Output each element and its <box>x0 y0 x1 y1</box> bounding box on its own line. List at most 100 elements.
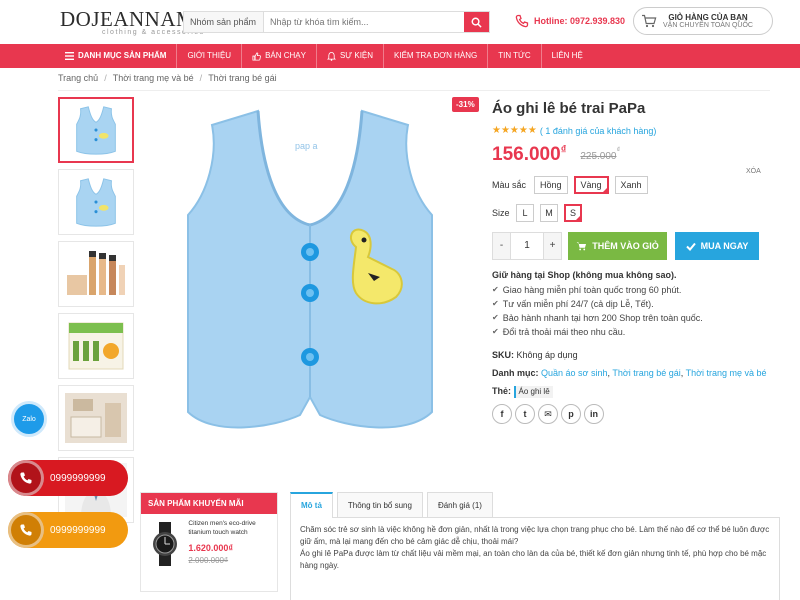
tag-link[interactable]: Áo ghi lê <box>513 386 553 398</box>
pinterest-share-icon[interactable]: p <box>561 404 581 424</box>
original-price: 225.000 <box>580 151 617 162</box>
search-category-select[interactable]: Nhóm sản phẩm <box>184 12 264 32</box>
hotline[interactable]: Hotline: 0972.939.830 <box>515 14 625 28</box>
size-option-l[interactable]: L <box>516 204 534 222</box>
size-label: Size <box>492 208 510 218</box>
zalo-chat-button[interactable]: Zalo <box>11 401 47 437</box>
color-option-blue[interactable]: Xanh <box>614 176 648 194</box>
category-label: Danh mục: <box>492 368 539 378</box>
vest-thumbnail-image <box>76 106 116 155</box>
tab-reviews[interactable]: Đánh giá (1) <box>426 492 493 517</box>
phone-icon <box>8 512 44 548</box>
category-link[interactable]: Thời trang bé gái <box>612 368 680 378</box>
category-link[interactable]: Quần áo sơ sinh <box>541 368 607 378</box>
search-input[interactable] <box>264 12 464 32</box>
hotline-text: Hotline: 0972.939.830 <box>534 16 626 26</box>
menu-icon <box>65 52 74 60</box>
call-button-primary[interactable]: 0999999999 <box>8 460 128 496</box>
share-buttons: f t ✉ p in <box>492 404 772 424</box>
phone-number: 0999999999 <box>50 524 106 536</box>
cart-button[interactable]: GIỎ HÀNG CỦA BẠN VẬN CHUYỂN TOÀN QUỐC <box>633 7 773 35</box>
twitter-share-icon[interactable]: t <box>515 404 535 424</box>
tab-description[interactable]: Mô tả <box>290 492 333 518</box>
tab-additional-info[interactable]: Thông tin bổ sung <box>336 492 423 517</box>
color-option-pink[interactable]: Hồng <box>534 176 568 194</box>
quantity-decrease-button[interactable]: - <box>493 233 510 259</box>
quantity-stepper: - 1 + <box>492 232 562 260</box>
guarantee-title: Giữ hàng tại Shop (không mua không sao). <box>492 270 677 280</box>
nav-label: TIN TỨC <box>498 51 531 60</box>
purchase-row: - 1 + THÊM VÀO GIỎ MUA NGAY <box>492 232 772 260</box>
cart-subtitle: VẬN CHUYỂN TOÀN QUỐC <box>663 22 753 29</box>
clear-selection-link[interactable]: XÓA <box>746 168 761 175</box>
tag-label: Thẻ: <box>492 386 511 396</box>
breadcrumb-home[interactable]: Trang chủ <box>58 73 98 83</box>
call-button-secondary[interactable]: 0999999999 <box>8 512 128 548</box>
promo-title: SẢN PHẨM KHUYẾN MÃI <box>141 493 277 514</box>
sale-price-value: 156.000 <box>492 144 561 165</box>
promo-item-old-price: 2.000.000₫ <box>188 556 229 565</box>
category-link[interactable]: Thời trang mẹ và bé <box>686 368 767 378</box>
description-paragraph: Áo ghi lê PaPa được làm từ chất liệu vải… <box>300 549 767 570</box>
linkedin-share-icon[interactable]: in <box>584 404 604 424</box>
guarantee-text: Giao hàng miễn phí toàn quốc trong 60 ph… <box>502 285 682 295</box>
product-rating: ★★★★★ ( 1 đánh giá của khách hàng) <box>492 125 772 136</box>
search-icon <box>471 17 482 28</box>
promo-item-price: 1.620.000₫ <box>188 543 234 553</box>
search-button[interactable] <box>464 12 489 32</box>
email-share-icon[interactable]: ✉ <box>538 404 558 424</box>
promo-widget: SẢN PHẨM KHUYẾN MÃI Citizen men's eco-dr… <box>140 492 278 592</box>
thumbnail-product-box[interactable] <box>58 313 134 379</box>
color-options: Màu sắc Hồng Vàng Xanh <box>492 176 772 194</box>
thumbnail-vest-front[interactable] <box>58 97 134 163</box>
nav-item-news[interactable]: TIN TỨC <box>488 44 542 68</box>
thumbnail-room[interactable] <box>58 385 134 451</box>
breadcrumb-parent[interactable]: Thời trang mẹ và bé <box>113 73 194 83</box>
thumbnail-cosmetics[interactable] <box>58 241 134 307</box>
nav-item-product-categories[interactable]: DANH MỤC SẢN PHẨM <box>58 44 178 68</box>
thumbnail-vest-alt[interactable] <box>58 169 134 235</box>
cart-icon <box>576 242 587 251</box>
description-paragraph: Chăm sóc trẻ sơ sinh là việc không hề đơ… <box>300 525 770 546</box>
original-price-currency: ₫ <box>616 147 621 154</box>
zalo-label: Zalo <box>22 415 36 423</box>
tab-bar: Mô tả Thông tin bổ sung Đánh giá (1) <box>290 492 780 518</box>
sku-label: SKU: <box>492 350 514 360</box>
bell-icon <box>326 51 336 61</box>
guarantee-text: Đổi trả thoải mái theo nhu cầu. <box>502 327 626 337</box>
nav-item-bestseller[interactable]: BÁN CHẠY <box>242 44 317 68</box>
nav-item-contact[interactable]: LIÊN HỆ <box>542 44 593 68</box>
add-to-cart-button[interactable]: THÊM VÀO GIỎ <box>568 232 667 260</box>
buy-now-button[interactable]: MUA NGAY <box>675 232 759 260</box>
nav-label: SỰ KIỆN <box>339 51 374 60</box>
size-option-s[interactable]: S <box>564 204 582 222</box>
nav-item-events[interactable]: SỰ KIỆN <box>317 44 385 68</box>
guarantee-text: Tư vấn miễn phí 24/7 (cả dịp Lễ, Tết). <box>502 299 654 309</box>
guarantee-text: Bảo hành nhanh tại hơn 200 Shop trên toà… <box>502 313 703 323</box>
category-row: Danh mục: Quần áo sơ sinh, Thời trang bé… <box>492 368 767 378</box>
main-product-image[interactable]: pap a <box>150 97 480 452</box>
divider <box>58 90 770 91</box>
color-option-yellow[interactable]: Vàng <box>573 176 609 194</box>
sale-badge: -31% <box>452 97 479 112</box>
product-meta: SKU: Không áp dụng Danh mục: Quần áo sơ … <box>492 349 772 398</box>
facebook-share-icon[interactable]: f <box>492 404 512 424</box>
quantity-input[interactable]: 1 <box>510 233 544 259</box>
breadcrumb-separator: / <box>104 73 107 83</box>
nav-label: KIỂM TRA ĐƠN HÀNG <box>394 51 478 60</box>
nav-item-about[interactable]: GIỚI THIỆU <box>177 44 243 68</box>
thumbs-up-icon <box>252 51 261 61</box>
promo-item-name[interactable]: Citizen men's eco-drive titanium touch w… <box>188 519 272 537</box>
breadcrumb-current[interactable]: Thời trang bé gái <box>208 73 276 83</box>
review-count-link[interactable]: ( 1 đánh giá của khách hàng) <box>540 126 657 136</box>
product-tabs: Mô tả Thông tin bổ sung Đánh giá (1) Chă… <box>290 492 780 600</box>
size-option-m[interactable]: M <box>540 204 558 222</box>
check-icon: ✔ <box>492 299 499 308</box>
nav-item-order-check[interactable]: KIỂM TRA ĐƠN HÀNG <box>384 44 489 68</box>
promo-item[interactable]: Citizen men's eco-drive titanium touch w… <box>141 514 277 574</box>
quantity-increase-button[interactable]: + <box>544 233 561 259</box>
phone-icon <box>8 460 44 496</box>
buy-now-label: MUA NGAY <box>700 241 749 251</box>
tag-row: Thẻ: Áo ghi lê <box>492 385 772 398</box>
star-rating-icon: ★★★★★ <box>492 125 537 136</box>
